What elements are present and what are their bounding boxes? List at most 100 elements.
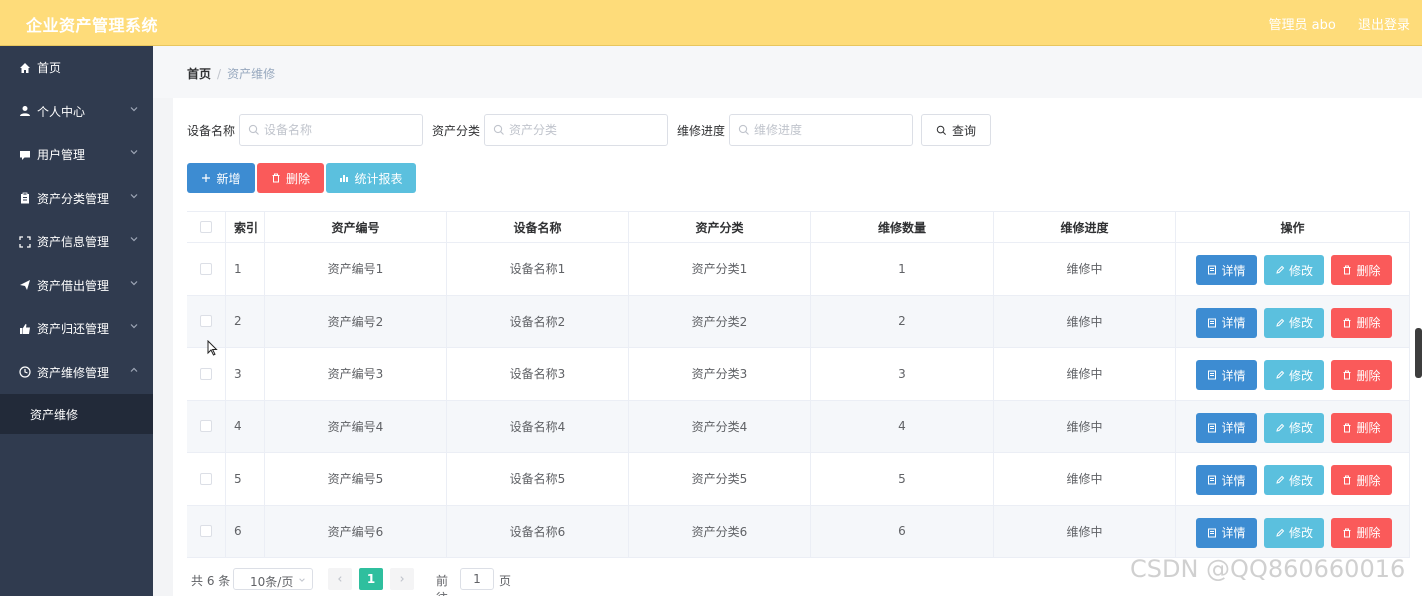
table-row: 3 资产编号3 设备名称3 资产分类3 3 维修中 详情 修改 删除 — [187, 348, 1410, 401]
detail-button[interactable]: 详情 — [1196, 517, 1257, 548]
sidebar-item-category-management[interactable]: 资产分类管理 — [0, 177, 153, 221]
sidebar-item-user-management[interactable]: 用户管理 — [0, 133, 153, 177]
header-repair-progress: 维修进度 — [994, 212, 1176, 242]
delete-button[interactable]: 删除 — [1331, 465, 1392, 495]
sidebar-item-asset-repair-management[interactable]: 资产维修管理 — [0, 351, 153, 395]
row-device-name: 设备名称2 — [447, 295, 629, 347]
repair-progress-input[interactable] — [754, 121, 904, 139]
row-actions: 详情 修改 删除 — [1176, 295, 1410, 347]
chevron-right-icon — [400, 576, 404, 582]
detail-button[interactable]: 详情 — [1196, 360, 1257, 390]
add-button[interactable]: 新增 — [187, 163, 255, 193]
trash-icon — [1342, 318, 1352, 328]
next-page-button[interactable] — [390, 568, 414, 590]
row-checkbox[interactable] — [200, 315, 212, 328]
row-asset-category: 资产分类2 — [629, 295, 811, 347]
goto-label: 前往 — [436, 574, 449, 596]
prev-page-button[interactable] — [328, 568, 352, 590]
edit-button[interactable]: 修改 — [1264, 360, 1324, 390]
detail-button[interactable]: 详情 — [1196, 412, 1257, 443]
batch-delete-button[interactable]: 删除 — [257, 163, 324, 193]
table-row: 2 资产编号2 设备名称2 资产分类2 2 维修中 详情 修改 删除 — [187, 295, 1410, 348]
row-actions: 详情 修改 删除 — [1176, 453, 1410, 505]
detail-button[interactable]: 详情 — [1196, 465, 1257, 495]
device-name-label: 设备名称 — [187, 124, 236, 138]
chevron-down-icon — [299, 578, 305, 582]
trash-icon — [1342, 528, 1352, 538]
edit-button[interactable]: 修改 — [1264, 307, 1324, 338]
row-asset-category: 资产分类5 — [629, 453, 811, 505]
edit-button[interactable]: 修改 — [1264, 412, 1324, 443]
delete-button-label: 删除 — [1356, 263, 1381, 278]
goto-page-input[interactable] — [460, 568, 494, 590]
sidebar-item-asset-return-management[interactable]: 资产归还管理 — [0, 307, 153, 351]
detail-button[interactable]: 详情 — [1196, 307, 1257, 338]
row-index: 3 — [226, 348, 265, 400]
breadcrumb-home[interactable]: 首页 — [187, 67, 211, 81]
send-icon — [18, 279, 31, 292]
sidebar-item-asset-lend-management[interactable]: 资产借出管理 — [0, 264, 153, 308]
query-button[interactable]: 查询 — [921, 114, 991, 146]
detail-button-label: 详情 — [1221, 526, 1246, 540]
sidebar-item-label: 个人中心 — [37, 104, 86, 119]
delete-button-label: 删除 — [1356, 316, 1381, 330]
chevron-down-icon — [130, 150, 138, 155]
row-checkbox[interactable] — [200, 472, 212, 485]
delete-button[interactable]: 删除 — [1331, 307, 1392, 338]
edit-button-label: 修改 — [1288, 263, 1313, 278]
add-button-label: 新增 — [216, 171, 241, 186]
logout-link[interactable]: 退出登录 — [1358, 18, 1410, 33]
row-repair-quantity: 1 — [811, 243, 994, 295]
device-name-input[interactable] — [264, 121, 414, 139]
sidebar-item-personal-center[interactable]: 个人中心 — [0, 90, 153, 134]
edit-button-label: 修改 — [1288, 421, 1313, 435]
delete-button[interactable]: 删除 — [1331, 360, 1392, 390]
detail-button[interactable]: 详情 — [1196, 255, 1257, 285]
page-number-current[interactable]: 1 — [359, 568, 383, 590]
delete-button[interactable]: 删除 — [1331, 255, 1392, 285]
page-suffix-label: 页 — [499, 574, 512, 588]
scrollbar-thumb[interactable] — [1415, 328, 1422, 378]
row-repair-progress: 维修中 — [994, 453, 1176, 505]
delete-button[interactable]: 删除 — [1331, 517, 1392, 548]
row-checkbox[interactable] — [200, 367, 212, 380]
delete-button[interactable]: 删除 — [1331, 412, 1392, 443]
row-repair-progress: 维修中 — [994, 348, 1176, 400]
top-bar: 企业资产管理系统 管理员 abo 退出登录 — [0, 0, 1422, 46]
sidebar-item-label: 资产分类管理 — [37, 191, 110, 206]
header-repair-quantity: 维修数量 — [811, 212, 994, 242]
document-icon — [1207, 528, 1217, 538]
sidebar-item-home[interactable]: 首页 — [0, 46, 153, 90]
sidebar-item-asset-info-management[interactable]: 资产信息管理 — [0, 220, 153, 264]
detail-button-label: 详情 — [1221, 368, 1246, 383]
row-checkbox[interactable] — [200, 262, 212, 275]
edit-button[interactable]: 修改 — [1264, 517, 1324, 548]
row-checkbox[interactable] — [200, 525, 212, 538]
app-title: 企业资产管理系统 — [26, 16, 159, 35]
document-icon — [1207, 318, 1217, 328]
thumb-icon — [18, 322, 31, 335]
sidebar-item-label: 资产归还管理 — [37, 322, 110, 337]
breadcrumb-current: 资产维修 — [227, 67, 276, 81]
edit-button[interactable]: 修改 — [1264, 465, 1324, 495]
edit-button-label: 修改 — [1288, 368, 1313, 383]
page-size-select[interactable]: 10条/页 — [233, 568, 313, 590]
sidebar-subitem-asset-repair[interactable]: 资产维修 — [0, 394, 153, 434]
row-checkbox[interactable] — [200, 420, 212, 433]
chevron-up-icon — [130, 367, 138, 372]
admin-user-label[interactable]: 管理员 abo — [1269, 18, 1336, 33]
trash-icon — [1342, 370, 1352, 380]
select-all-checkbox[interactable] — [200, 221, 212, 233]
row-index: 1 — [226, 243, 265, 295]
delete-button-label: 删除 — [1356, 473, 1381, 488]
header-asset-number: 资产编号 — [265, 212, 447, 242]
detail-button-label: 详情 — [1221, 263, 1246, 278]
row-index: 6 — [226, 505, 265, 557]
row-actions: 详情 修改 删除 — [1176, 243, 1410, 295]
asset-category-input[interactable] — [509, 121, 659, 139]
statistics-report-button[interactable]: 统计报表 — [326, 163, 416, 193]
row-device-name: 设备名称4 — [447, 400, 629, 452]
edit-button[interactable]: 修改 — [1264, 255, 1324, 285]
row-asset-number: 资产编号4 — [265, 400, 447, 452]
delete-button-label: 删除 — [1356, 421, 1381, 435]
